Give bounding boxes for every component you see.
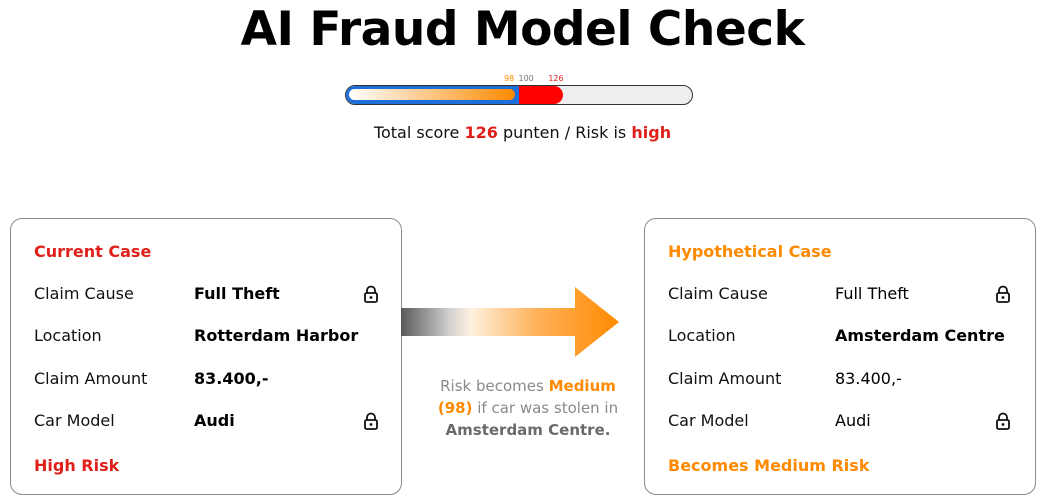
current-case-title: Current Case [34, 242, 152, 261]
row-label: Claim Cause [34, 284, 134, 303]
row-label: Claim Amount [34, 369, 148, 388]
current-row-car-model: Car Model Audi [34, 411, 394, 433]
row-value: 83.400,- [835, 369, 902, 388]
score-prefix: Total score [373, 123, 460, 142]
score-bar: 98 100 126 [345, 70, 693, 106]
row-value: Audi [835, 411, 871, 430]
hypothetical-case-title: Hypothetical Case [668, 242, 832, 261]
current-case-risk: High Risk [34, 456, 120, 475]
lock-icon[interactable] [995, 412, 1011, 430]
score-middle: punten / Risk is [502, 123, 627, 142]
row-value: Rotterdam Harbor [194, 326, 359, 345]
hypothetical-row-claim-cause: Claim Cause Full Theft [668, 284, 1028, 306]
row-label: Car Model [34, 411, 115, 430]
marker-98: 98 [504, 74, 515, 83]
hypothetical-row-claim-amount: Claim Amount 83.400,- [668, 369, 1028, 391]
marker-126: 126 [548, 74, 564, 83]
score-value: 126 [464, 123, 498, 142]
row-value: Full Theft [835, 284, 909, 303]
row-value: Audi [194, 411, 235, 430]
row-label: Car Model [668, 411, 749, 430]
score-summary: Total score 126 punten / Risk is high [0, 123, 1045, 142]
lock-icon[interactable] [363, 412, 379, 430]
row-value: 83.400,- [194, 369, 269, 388]
row-label: Claim Amount [668, 369, 782, 388]
arrow-right-icon [401, 287, 619, 357]
row-label: Location [668, 326, 736, 345]
caption-part1: Risk becomes [440, 377, 544, 395]
score-bar-track [345, 85, 693, 105]
risk-level: high [631, 123, 672, 142]
current-row-claim-cause: Claim Cause Full Theft [34, 284, 394, 306]
score-bar-excess-fill [518, 86, 564, 104]
hypothetical-case-card: Hypothetical Case Claim Cause Full Theft… [644, 218, 1036, 495]
marker-100: 100 [518, 74, 534, 83]
caption-risk: Medium [548, 377, 616, 395]
page-title: AI Fraud Model Check [240, 2, 805, 57]
caption-part2: if car was stolen in [477, 399, 619, 417]
lock-icon[interactable] [995, 285, 1011, 303]
caption-location: Amsterdam Centre. [445, 421, 611, 439]
current-case-card: Current Case Claim Cause Full Theft Loca… [10, 218, 402, 495]
caption-score: (98) [437, 399, 473, 417]
hypothetical-row-car-model: Car Model Audi [668, 411, 1028, 433]
score-bar-hypothetical-fill [349, 89, 516, 100]
what-if-caption: Risk becomes Medium (98) if car was stol… [428, 375, 628, 441]
current-row-claim-amount: Claim Amount 83.400,- [34, 369, 394, 391]
lock-icon[interactable] [363, 285, 379, 303]
row-value: Full Theft [194, 284, 280, 303]
score-bar-markers: 98 100 126 [345, 74, 693, 84]
hypothetical-row-location: Location Amsterdam Centre [668, 326, 1028, 348]
row-value: Amsterdam Centre [835, 326, 1005, 345]
current-row-location: Location Rotterdam Harbor [34, 326, 394, 348]
row-label: Location [34, 326, 102, 345]
row-label: Claim Cause [668, 284, 768, 303]
hypothetical-case-risk: Becomes Medium Risk [668, 456, 870, 475]
